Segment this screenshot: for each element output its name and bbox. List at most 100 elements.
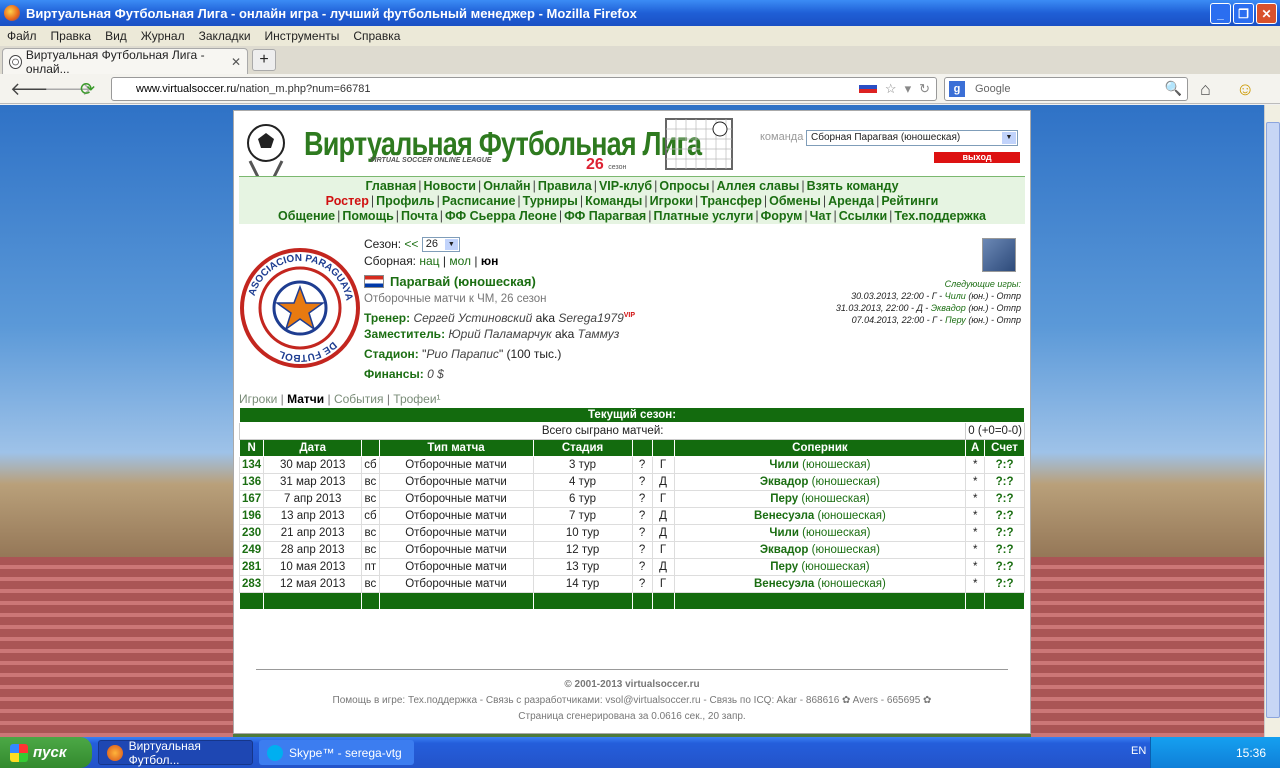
menu-tools[interactable]: Инструменты — [258, 29, 347, 43]
close-button[interactable]: ✕ — [1256, 3, 1277, 24]
home-icon[interactable]: ⌂ — [1200, 79, 1211, 100]
nav-forum[interactable]: Форум — [761, 209, 803, 223]
new-tab-button[interactable]: + — [252, 49, 276, 71]
match-number[interactable]: 136 — [238, 473, 265, 491]
match-score[interactable]: ?:? — [984, 524, 1025, 542]
next-game-2[interactable]: 31.03.2013, 22:00 - Д - Эквадор (юн.) - … — [836, 303, 1021, 313]
footer-help[interactable]: Помощь в игре: Тех.поддержка - Связь с р… — [234, 693, 1030, 709]
match-number[interactable]: 167 — [238, 490, 265, 508]
nav-mail[interactable]: Почта — [401, 209, 438, 223]
match-score[interactable]: ?:? — [984, 541, 1025, 559]
nav-ratings[interactable]: Рейтинги — [881, 194, 938, 208]
subtab-trophies[interactable]: Трофеи¹ — [393, 392, 440, 406]
next-game-opponent[interactable]: Эквадор — [931, 303, 966, 313]
match-number[interactable]: 249 — [238, 541, 265, 559]
nav-fame[interactable]: Аллея славы — [717, 179, 800, 193]
match-opponent[interactable]: Венесуэла (юношеская) — [673, 507, 967, 525]
start-button[interactable]: пуск — [0, 737, 92, 768]
subtab-matches[interactable]: Матчи — [287, 392, 324, 406]
coach-name[interactable]: Сергей Устиновский — [413, 311, 532, 325]
language-indicator[interactable]: EN — [1131, 745, 1146, 757]
match-opponent[interactable]: Чили (юношеская) — [673, 524, 967, 542]
taskbar-item-skype[interactable]: Skype™ - serega-vtg — [259, 740, 414, 765]
squad-national-link[interactable]: нац — [419, 254, 439, 268]
opponent-name[interactable]: Чили — [769, 527, 799, 539]
nav-profile[interactable]: Профиль — [376, 194, 435, 208]
stadium-name[interactable]: Рио Парапис — [426, 347, 499, 361]
match-opponent[interactable]: Чили (юношеская) — [673, 456, 967, 474]
coach-avatar[interactable] — [982, 238, 1016, 272]
nav-roster[interactable]: Ростер — [326, 194, 369, 208]
team-select[interactable]: Сборная Парагвая (юношеская) ▼ — [806, 130, 1018, 146]
nav-ff-paraguay[interactable]: ФФ Парагвая — [564, 209, 646, 223]
next-game-3[interactable]: 07.04.2013, 22:00 - Г - Перу (юн.) - Отп… — [852, 315, 1021, 325]
nav-online[interactable]: Онлайн — [483, 179, 530, 193]
match-number[interactable]: 196 — [238, 507, 265, 525]
site-logo-title[interactable]: Виртуальная Футбольная Лига — [304, 125, 702, 163]
next-game-opponent[interactable]: Чили — [945, 291, 966, 301]
google-icon[interactable]: g — [949, 81, 965, 97]
maximize-button[interactable]: ❐ — [1233, 3, 1254, 24]
nav-links[interactable]: Ссылки — [839, 209, 887, 223]
nav-teams[interactable]: Команды — [585, 194, 642, 208]
deputy-nick[interactable]: Таммуз — [578, 327, 620, 341]
opponent-name[interactable]: Чили — [769, 459, 799, 471]
menu-help[interactable]: Справка — [346, 29, 407, 43]
opponent-name[interactable]: Эквадор — [760, 476, 809, 488]
match-score[interactable]: ?:? — [984, 575, 1025, 593]
menu-view[interactable]: Вид — [98, 29, 134, 43]
reload-icon[interactable]: ⟳ — [80, 79, 95, 100]
nav-chat-general[interactable]: Общение — [278, 209, 335, 223]
match-score[interactable]: ?:? — [984, 473, 1025, 491]
search-icon[interactable]: 🔍 — [1165, 80, 1182, 97]
nav-rules[interactable]: Правила — [538, 179, 592, 193]
match-number[interactable]: 283 — [238, 575, 265, 593]
nav-polls[interactable]: Опросы — [659, 179, 709, 193]
nav-take-team[interactable]: Взять команду — [807, 179, 899, 193]
addon-icon[interactable]: ☺ — [1236, 79, 1254, 100]
team-name[interactable]: Парагвай (юношеская) — [390, 274, 536, 289]
match-opponent[interactable]: Перу (юношеская) — [673, 558, 967, 576]
nav-news[interactable]: Новости — [424, 179, 476, 193]
next-game-1[interactable]: 30.03.2013, 22:00 - Г - Чили (юн.) - Отп… — [851, 291, 1021, 301]
match-score[interactable]: ?:? — [984, 490, 1025, 508]
menu-file[interactable]: Файл — [0, 29, 44, 43]
match-score[interactable]: ?:? — [984, 456, 1025, 474]
logout-button[interactable]: выход — [934, 152, 1020, 163]
chevron-down-icon[interactable]: ▼ — [444, 239, 458, 251]
nav-rent[interactable]: Аренда — [828, 194, 874, 208]
match-opponent[interactable]: Перу (юношеская) — [673, 490, 967, 508]
nav-home[interactable]: Главная — [365, 179, 416, 193]
match-number[interactable]: 134 — [238, 456, 265, 474]
squad-youth-link[interactable]: мол — [449, 254, 471, 268]
match-number[interactable]: 281 — [238, 558, 265, 576]
minimize-button[interactable]: _ — [1210, 3, 1231, 24]
subtab-players[interactable]: Игроки — [239, 392, 277, 406]
deputy-name[interactable]: Юрий Паламарчук — [448, 327, 551, 341]
clock[interactable]: 15:36 — [1236, 746, 1266, 760]
menu-bookmarks[interactable]: Закладки — [192, 29, 258, 43]
opponent-name[interactable]: Перу — [770, 493, 798, 505]
nav-vip[interactable]: VIP-клуб — [599, 179, 652, 193]
tab-active[interactable]: Виртуальная Футбольная Лига - онлай... ✕ — [2, 48, 248, 76]
nav-support[interactable]: Тех.поддержка — [894, 209, 986, 223]
nav-paid[interactable]: Платные услуги — [653, 209, 753, 223]
chevron-down-icon[interactable]: ▼ — [1002, 132, 1016, 144]
opponent-name[interactable]: Венесуэла — [754, 510, 814, 522]
nav-players[interactable]: Игроки — [650, 194, 693, 208]
nav-ff-sierra-leone[interactable]: ФФ Сьерра Леоне — [445, 209, 557, 223]
match-score[interactable]: ?:? — [984, 507, 1025, 525]
refresh-icon[interactable]: ↻ — [919, 81, 930, 97]
search-input[interactable]: g Google 🔍 — [944, 77, 1188, 101]
footer-copyright[interactable]: © 2001-2013 virtualsoccer.ru — [234, 677, 1030, 693]
nav-schedule[interactable]: Расписание — [442, 194, 516, 208]
opponent-name[interactable]: Эквадор — [760, 544, 809, 556]
match-opponent[interactable]: Эквадор (юношеская) — [673, 541, 967, 559]
season-prev-link[interactable]: << — [404, 237, 418, 251]
subtab-events[interactable]: События — [334, 392, 384, 406]
url-bar[interactable]: www.virtualsoccer.ru/nation_m.php?num=66… — [111, 77, 937, 101]
scrollbar-thumb[interactable] — [1266, 122, 1280, 718]
nav-help[interactable]: Помощь — [342, 209, 393, 223]
bookmark-star-icon[interactable]: ☆ — [885, 81, 897, 97]
match-score[interactable]: ?:? — [984, 558, 1025, 576]
